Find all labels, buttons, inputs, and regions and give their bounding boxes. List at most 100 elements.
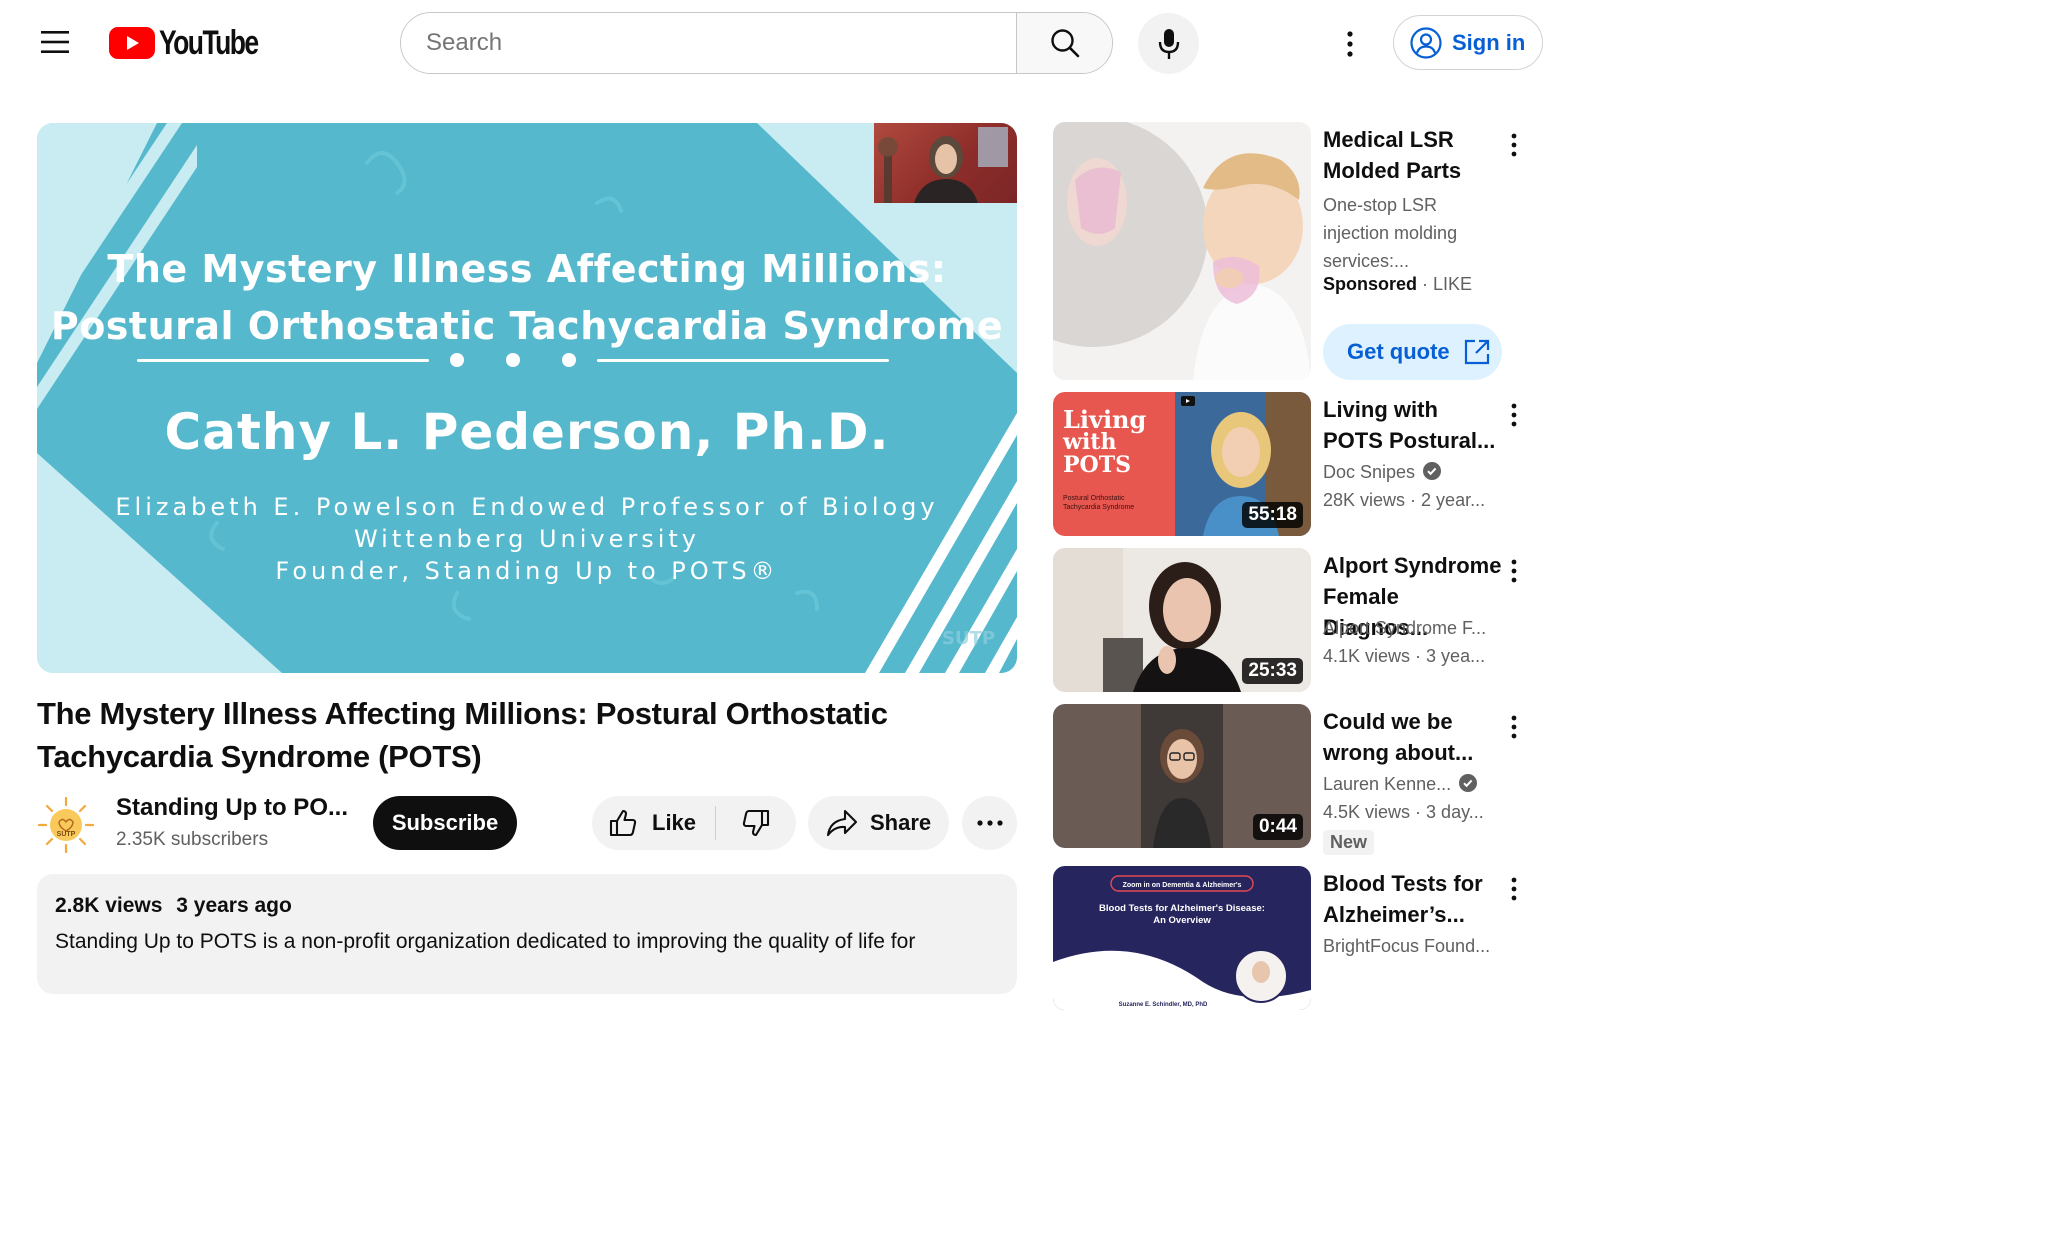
- video-stats: 4.1K views · 3 yea...: [1323, 646, 1485, 667]
- view-count: 28K views: [1323, 490, 1406, 510]
- thumbs-up-icon: [609, 809, 637, 837]
- view-count: 2.8K views: [55, 894, 163, 917]
- like-button[interactable]: Like: [592, 806, 716, 840]
- thumb-caption-line-1: Postural Orthostatic: [1063, 495, 1125, 502]
- video-menu-button[interactable]: [1499, 710, 1529, 744]
- video-title: The Mystery Illness Affecting Millions: …: [37, 696, 888, 774]
- channel-name: Lauren Kenne...: [1323, 774, 1452, 794]
- search-icon: [1050, 29, 1079, 58]
- channel-name: Doc Snipes: [1323, 462, 1416, 482]
- external-link-icon: [1464, 339, 1489, 365]
- separator-dot: ·: [1410, 802, 1427, 822]
- video-channel[interactable]: Alport Syndrome F...: [1323, 618, 1486, 639]
- upload-age: 3 years ago: [176, 894, 292, 917]
- video-menu-button[interactable]: [1499, 872, 1529, 906]
- channel-name[interactable]: Standing Up to PO...: [116, 794, 348, 822]
- share-label: Share: [870, 810, 932, 835]
- search-input[interactable]: [401, 13, 1016, 73]
- more-actions-button[interactable]: [962, 796, 1017, 850]
- thumb-title-line-1: Blood Tests for Alzheimer's Disease:: [1099, 903, 1265, 914]
- vertical-dots-icon: [1511, 133, 1517, 157]
- video-duration: 25:33: [1242, 658, 1303, 684]
- video-title[interactable]: Could we be wrong about...: [1323, 706, 1503, 768]
- slide-divider-right: [597, 359, 889, 362]
- presenter-silhouette: [878, 127, 1008, 203]
- slide-title-line-1: The Mystery Illness Affecting Millions:: [107, 247, 947, 291]
- settings-menu-button[interactable]: [1328, 22, 1372, 66]
- subscriber-count: 2.35K subscribers: [116, 829, 269, 850]
- youtube-play-logo-icon: [109, 27, 155, 59]
- view-count: 4.1K views: [1323, 646, 1411, 666]
- thumbnail-alzheimers-webinar: Zoom in on Dementia & Alzheimer's Blood …: [1053, 866, 1311, 1010]
- slide-dot: [506, 353, 520, 367]
- video-player[interactable]: The Mystery Illness Affecting Millions: …: [37, 123, 1017, 673]
- slide-speaker-name: Cathy L. Pederson, Ph.D.: [164, 403, 890, 461]
- like-dislike-group: Like: [592, 796, 796, 850]
- sign-in-button[interactable]: Sign in: [1393, 15, 1543, 70]
- video-duration: 55:18: [1242, 502, 1303, 528]
- view-count: 4.5K views: [1323, 802, 1411, 822]
- thumb-tag: Zoom in on Dementia & Alzheimer's: [1123, 882, 1242, 889]
- video-channel[interactable]: BrightFocus Found...: [1323, 936, 1490, 957]
- video-thumbnail[interactable]: 0:44: [1053, 704, 1311, 848]
- hamburger-menu-icon: [41, 31, 69, 53]
- channel-avatar-text: SUTP: [57, 831, 76, 838]
- vertical-dots-icon: [1511, 559, 1517, 583]
- guide-menu-button[interactable]: [30, 22, 80, 62]
- related-video-card: Zoom in on Dementia & Alzheimer's Blood …: [1053, 866, 1543, 1012]
- voice-search-button[interactable]: [1138, 13, 1199, 74]
- thumb-presenter: Suzanne E. Schindler, MD, PhD: [1119, 1002, 1208, 1008]
- separator-dot: ·: [1405, 490, 1422, 510]
- ad-thumbnail[interactable]: [1053, 122, 1311, 380]
- video-thumbnail[interactable]: Zoom in on Dementia & Alzheimer's Blood …: [1053, 866, 1311, 1010]
- thumb-caption-line-2: Tachycardia Syndrome: [1063, 504, 1134, 511]
- video-stats: 4.5K views · 3 day...: [1323, 802, 1484, 823]
- slide-sub-line-3: Founder, Standing Up to POTS®: [275, 557, 779, 585]
- dislike-button[interactable]: [716, 796, 796, 850]
- slide-background: [37, 123, 1017, 673]
- sign-in-label: Sign in: [1452, 29, 1526, 55]
- search-button[interactable]: [1016, 13, 1112, 73]
- slide-dot: [562, 353, 576, 367]
- sponsor-name: LIKE: [1433, 274, 1473, 294]
- logo-wordmark: YouTube: [159, 23, 259, 62]
- new-badge: New: [1323, 830, 1375, 855]
- ad-description: One-stop LSR injection molding services:…: [1323, 195, 1458, 271]
- video-thumbnail[interactable]: 25:33: [1053, 548, 1311, 692]
- verified-check-icon: [1423, 462, 1442, 480]
- presenter-webcam-inset: [874, 123, 1017, 203]
- ad-image-child-with-cups: [1053, 122, 1311, 380]
- video-owner-row: SUTP Standing Up to PO... 2.35K subscrib…: [37, 794, 1017, 854]
- video-thumbnail[interactable]: Living with POTS Postural Orthostatic Ta…: [1053, 392, 1311, 536]
- separator-dot: ·: [1410, 646, 1427, 666]
- like-label: Like: [652, 810, 697, 835]
- ad-sponsor-line: Sponsored · LIKE: [1323, 274, 1472, 295]
- upload-age: 3 day...: [1426, 802, 1484, 822]
- ad-menu-button[interactable]: [1499, 128, 1529, 162]
- slide-dot: [450, 353, 464, 367]
- get-quote-button[interactable]: Get quote: [1323, 324, 1502, 380]
- share-button[interactable]: Share: [808, 796, 949, 850]
- thumbs-down-icon: [742, 809, 770, 837]
- video-duration: 0:44: [1252, 814, 1303, 840]
- channel-avatar[interactable]: SUTP: [37, 796, 95, 854]
- video-channel[interactable]: Doc Snipes: [1323, 462, 1442, 483]
- microphone-icon: [1158, 28, 1179, 59]
- vertical-dots-icon: [1347, 31, 1353, 57]
- video-title[interactable]: Blood Tests for Alzheimer’s...: [1323, 868, 1503, 930]
- vertical-dots-icon: [1511, 877, 1517, 901]
- description-text: Standing Up to POTS is a non-profit orga…: [55, 930, 916, 953]
- share-arrow-icon: [826, 809, 858, 837]
- subscribe-button[interactable]: Subscribe: [373, 796, 517, 850]
- video-title[interactable]: Living with POTS Postural...: [1323, 394, 1503, 456]
- ad-title[interactable]: Medical LSR Molded Parts: [1323, 124, 1493, 186]
- video-menu-button[interactable]: [1499, 398, 1529, 432]
- description-box[interactable]: 2.8K views 3 years ago Standing Up to PO…: [37, 874, 1017, 994]
- video-channel[interactable]: Lauren Kenne...: [1323, 774, 1478, 795]
- youtube-logo[interactable]: YouTube: [109, 23, 285, 62]
- slide-sub-line-2: Wittenberg University: [353, 525, 701, 553]
- get-quote-label: Get quote: [1347, 339, 1450, 364]
- slide-sub-line-1: Elizabeth E. Powelson Endowed Professor …: [115, 493, 939, 521]
- video-menu-button[interactable]: [1499, 554, 1529, 588]
- upload-age: 3 yea...: [1426, 646, 1486, 666]
